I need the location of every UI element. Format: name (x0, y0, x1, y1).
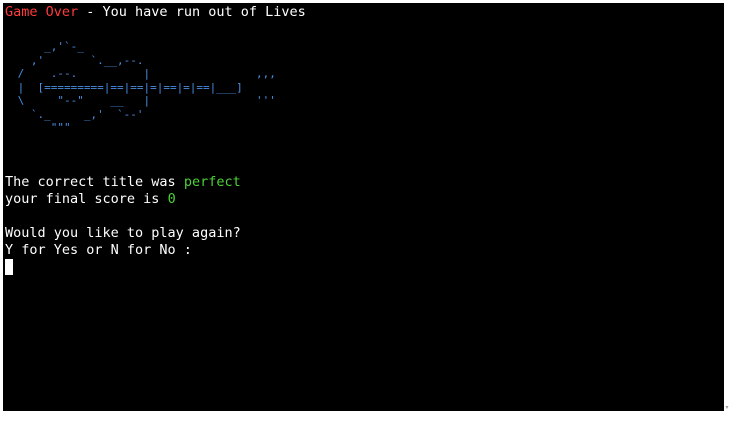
guitar-art-line: """ (11, 121, 71, 134)
terminal-results: The correct title was perfect your final… (5, 174, 241, 259)
correct-title-line: The correct title was perfect (5, 174, 241, 191)
guitar-art-line: _,'`-_ (11, 40, 84, 53)
terminal-output: Game Over - You have run out of Lives (5, 4, 306, 21)
game-over-label: Game Over (5, 4, 79, 20)
final-score-prefix: your final score is (5, 191, 168, 207)
guitar-art-line: / .--. | ,,, (11, 67, 276, 80)
play-again-options: Y for Yes or N for No : (5, 242, 192, 258)
play-again-question: Would you like to play again? (5, 225, 241, 241)
vertical-scrollbar[interactable]: ▾ (724, 3, 730, 411)
game-over-message: - You have run out of Lives (78, 4, 306, 20)
guitar-art-line: `._ _,' `--' (11, 107, 144, 121)
guitar-art-line: | [=========|==|==|=|==|=|==|___] (11, 80, 243, 94)
terminal-window[interactable]: Game Over - You have run out of Lives _,… (3, 3, 724, 411)
input-cursor[interactable] (5, 259, 13, 275)
correct-title-answer: perfect (183, 174, 241, 190)
game-over-line: Game Over - You have run out of Lives (5, 4, 306, 21)
correct-title-prefix: The correct title was (5, 174, 184, 190)
scroll-down-arrow-icon[interactable]: ▾ (724, 405, 730, 411)
guitar-art-line: ,' `.__,--. (11, 53, 144, 67)
guitar-art-line: \ "--" __ | ''' (11, 94, 276, 107)
guitar-ascii-art: _,'`-_ ,' `.__,--. / .--. | ,,, | [=====… (11, 40, 276, 135)
final-score-value: 0 (167, 191, 176, 207)
final-score-line: your final score is 0 (5, 191, 241, 208)
